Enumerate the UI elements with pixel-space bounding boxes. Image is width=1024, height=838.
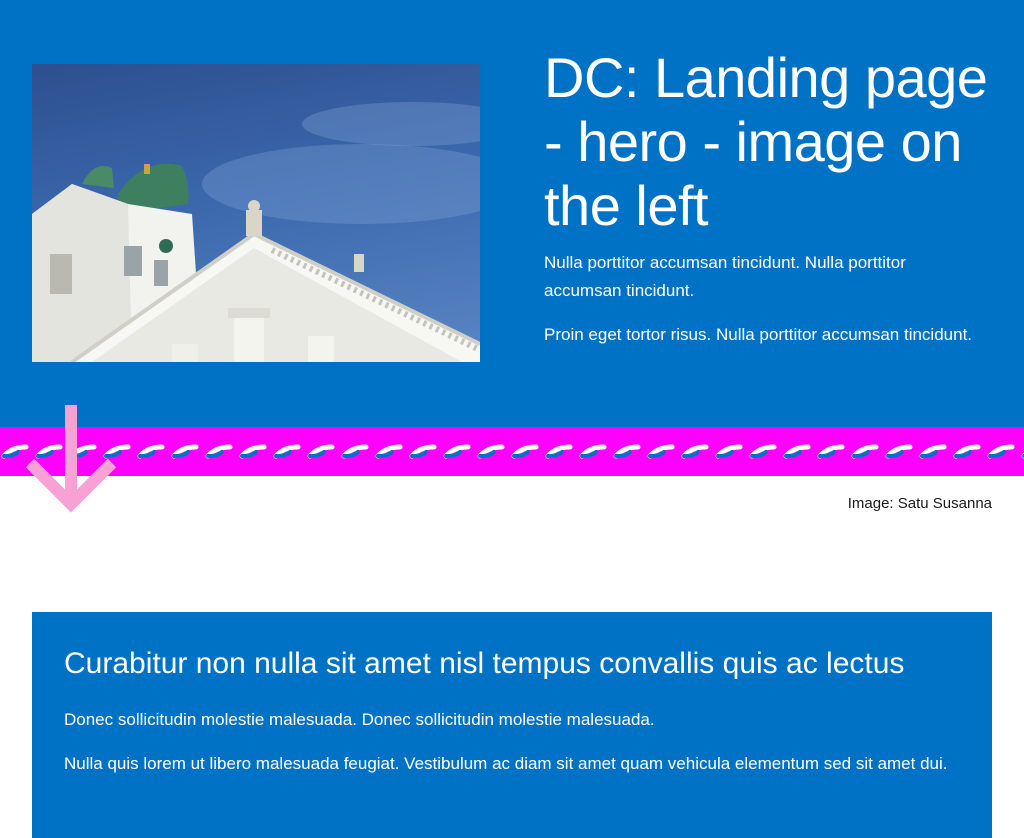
image-caption: Image: Satu Susanna (847, 495, 992, 512)
hero-paragraph-2: Proin eget tortor risus. Nulla porttitor… (544, 325, 973, 344)
arrow-down-icon (24, 405, 118, 517)
card-title: Curabitur non nulla sit amet nisl tempus… (64, 647, 905, 680)
hero-section: DC: Landing page - hero - image on the l… (0, 0, 1024, 427)
wave-divider (0, 427, 1024, 476)
hero-paragraph-1: Nulla porttitor accumsan tincidunt. Null… (544, 253, 906, 300)
card-paragraph-2: Nulla quis lorem ut libero malesuada feu… (64, 754, 948, 773)
cathedral-photo (32, 102, 480, 362)
page-title: DC: Landing page - hero - image on the l… (544, 46, 988, 237)
content-card: Curabitur non nulla sit amet nisl tempus… (32, 612, 992, 838)
card-paragraph-1: Donec sollicitudin molestie malesuada. D… (64, 710, 655, 729)
hero-image (32, 64, 480, 362)
